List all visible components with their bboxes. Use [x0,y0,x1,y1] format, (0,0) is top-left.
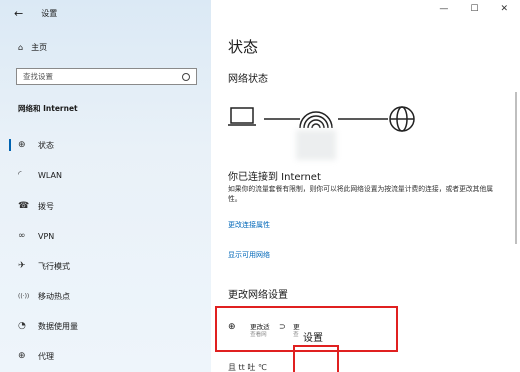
section-title: 网络和 Internet [18,104,78,113]
proxy-icon: ⊕ [18,351,26,361]
search-input[interactable]: 查找设置 [16,68,197,85]
dialup-icon: ☎ [18,201,30,211]
sidebar-item-proxy[interactable]: ⊕ 代理 [0,344,211,368]
connected-status: 你已连接到 Internet [228,172,321,183]
main-panel: — ☐ ✕ 状态 网络状态 你已连接到 Internet 如果你的流量套餐有限制… [211,0,520,372]
sidebar-item-hotspot[interactable]: ((·)) 移动热点 [0,284,211,308]
sidebar-item-wlan[interactable]: ◜ WLAN [0,163,211,187]
sidebar-item-label: VPN [38,231,55,241]
wifi-signal-icon [299,111,333,129]
minimize-button[interactable]: — [439,4,448,14]
highlight-box [293,345,339,372]
sidebar-item-label: 代理 [38,351,54,361]
sidebar-item-label: 数据使用量 [38,321,78,331]
sidebar-item-home[interactable]: ⌂ 主页 [18,42,47,53]
partial-item: 且 tt 吐 ℃ [228,363,267,372]
change-network-settings-heading: 更改网络设置 [228,290,288,301]
title-bar: ← 设置 [14,7,57,20]
search-placeholder: 查找设置 [23,72,53,81]
sidebar-item-label: 状态 [38,140,54,150]
airplane-icon: ✈ [18,261,26,271]
window-controls: — ☐ ✕ [439,4,508,14]
back-button[interactable]: ← [14,7,23,20]
globe-icon [389,106,415,132]
blurred-region [296,130,336,160]
search-icon [182,72,190,81]
sidebar-item-dialup[interactable]: ☎ 拨号 [0,194,211,218]
sidebar-item-vpn[interactable]: ∞ VPN [0,224,211,248]
home-label: 主页 [31,43,48,52]
data-usage-icon: ◔ [18,321,26,331]
sidebar-item-label: 移动热点 [38,291,70,301]
page-title: 状态 [228,38,259,56]
show-available-networks-link[interactable]: 显示可用网络 [228,250,270,260]
sidebar-item-label: 拨号 [38,201,54,211]
sidebar-item-airplane[interactable]: ✈ 飞行模式 [0,254,211,278]
close-button[interactable]: ✕ [500,4,508,14]
home-icon: ⌂ [18,43,24,52]
sidebar-item-data-usage[interactable]: ◔ 数据使用量 [0,314,211,338]
scrollbar[interactable] [515,92,517,244]
change-connection-properties-link[interactable]: 更改连接属性 [228,220,270,230]
vpn-icon: ∞ [18,231,26,241]
maximize-button[interactable]: ☐ [470,4,478,14]
wifi-icon: ◜ [18,170,22,180]
window-title: 设置 [41,9,58,18]
network-status-icon: ⊕ [18,140,26,150]
network-status-heading: 网络状态 [228,74,268,85]
laptop-icon [228,107,256,126]
sidebar: ← 设置 ⌂ 主页 查找设置 网络和 Internet ⊕ 状态 ◜ WLAN … [0,0,211,372]
sidebar-item-status[interactable]: ⊕ 状态 [0,133,211,157]
sidebar-item-label: 飞行模式 [38,261,70,271]
connection-description: 如果你的流量套餐有限制，则你可以将此网络设置为按流量计费的连接，或者更改其他属性… [228,185,494,203]
sidebar-item-label: WLAN [38,170,63,180]
hotspot-icon: ((·)) [18,292,30,300]
